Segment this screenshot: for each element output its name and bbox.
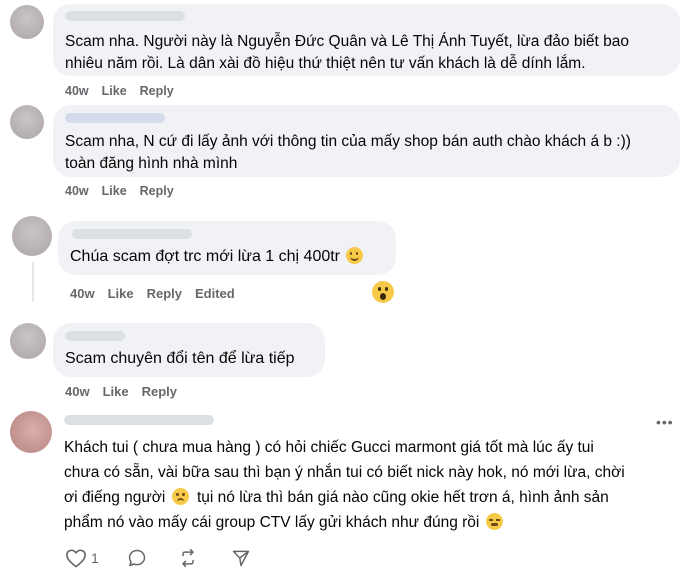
heart-icon <box>66 549 86 568</box>
repost-button[interactable] <box>178 548 198 568</box>
comment-time[interactable]: 40w <box>65 184 89 198</box>
comment-text: Scam nha. Người này là Nguyễn Đức Quân v… <box>65 33 630 50</box>
edited-label[interactable]: Edited <box>195 286 235 301</box>
reply-link[interactable]: Reply <box>140 84 174 98</box>
avatar[interactable] <box>10 411 52 453</box>
comment-meta: 40w Like Reply Edited <box>70 286 235 301</box>
comment-meta: 40w Like Reply <box>65 384 177 399</box>
commenter-name[interactable] <box>65 11 185 21</box>
commenter-name[interactable] <box>72 229 192 239</box>
like-link[interactable]: Like <box>108 286 134 301</box>
like-link[interactable]: Like <box>103 384 129 399</box>
like-link[interactable]: Like <box>102 84 127 98</box>
comment-icon <box>128 549 146 567</box>
commenter-name[interactable] <box>64 415 214 425</box>
comment-meta: 40w Like Reply <box>65 184 174 198</box>
comment-meta: 40w Like Reply <box>65 84 174 98</box>
like-count: 1 <box>91 550 99 566</box>
like-button[interactable]: 1 <box>65 548 99 568</box>
avatar[interactable] <box>12 216 52 256</box>
avatar[interactable] <box>10 105 44 139</box>
commenter-name[interactable] <box>65 113 165 123</box>
comment-time[interactable]: 40w <box>65 384 90 399</box>
more-dots-icon[interactable]: ••• <box>656 414 674 430</box>
share-button[interactable] <box>231 548 251 568</box>
wow-emoji-icon[interactable] <box>372 281 394 303</box>
comment-text: nhiêu năm rồi. Là dân xài đồ hiệu thứ th… <box>65 55 586 72</box>
comment-text: ơi điếng người tụi nó lừa thì bán giá nà… <box>64 488 609 506</box>
comment-time[interactable]: 40w <box>70 286 95 301</box>
comment-button[interactable] <box>127 548 147 568</box>
comment-text: Chúa scam đợt trc mới lừa 1 chị 400tr <box>70 246 364 268</box>
repost-icon <box>182 548 194 568</box>
sad-emoji-icon <box>171 488 189 505</box>
comment-text: chưa có sẵn, vài bữa sau thì bạn ý nhắn … <box>64 464 625 481</box>
comment-text: Khách tui ( chưa mua hàng ) có hỏi chiếc… <box>64 439 594 456</box>
like-link[interactable]: Like <box>102 184 127 198</box>
tired-emoji-icon <box>485 513 503 530</box>
reply-link[interactable]: Reply <box>140 184 174 198</box>
share-icon <box>232 550 250 567</box>
avatar[interactable] <box>10 5 44 39</box>
comment-text: Scam chuyên đổi tên để lừa tiếp <box>65 350 295 367</box>
commenter-name[interactable] <box>65 331 125 341</box>
reply-link[interactable]: Reply <box>142 384 177 399</box>
avatar[interactable] <box>10 323 46 359</box>
reply-link[interactable]: Reply <box>147 286 182 301</box>
thread-line <box>32 262 34 302</box>
comment-time[interactable]: 40w <box>65 84 89 98</box>
comment-text: phẩm nó vào mấy cái group CTV lấy gửi kh… <box>64 512 503 534</box>
comment-text: toàn đăng hình nhà mình <box>65 155 238 172</box>
comment-text: Scam nha, N cứ đi lấy ảnh với thông tin … <box>65 133 631 150</box>
smile-emoji-icon <box>346 247 364 264</box>
